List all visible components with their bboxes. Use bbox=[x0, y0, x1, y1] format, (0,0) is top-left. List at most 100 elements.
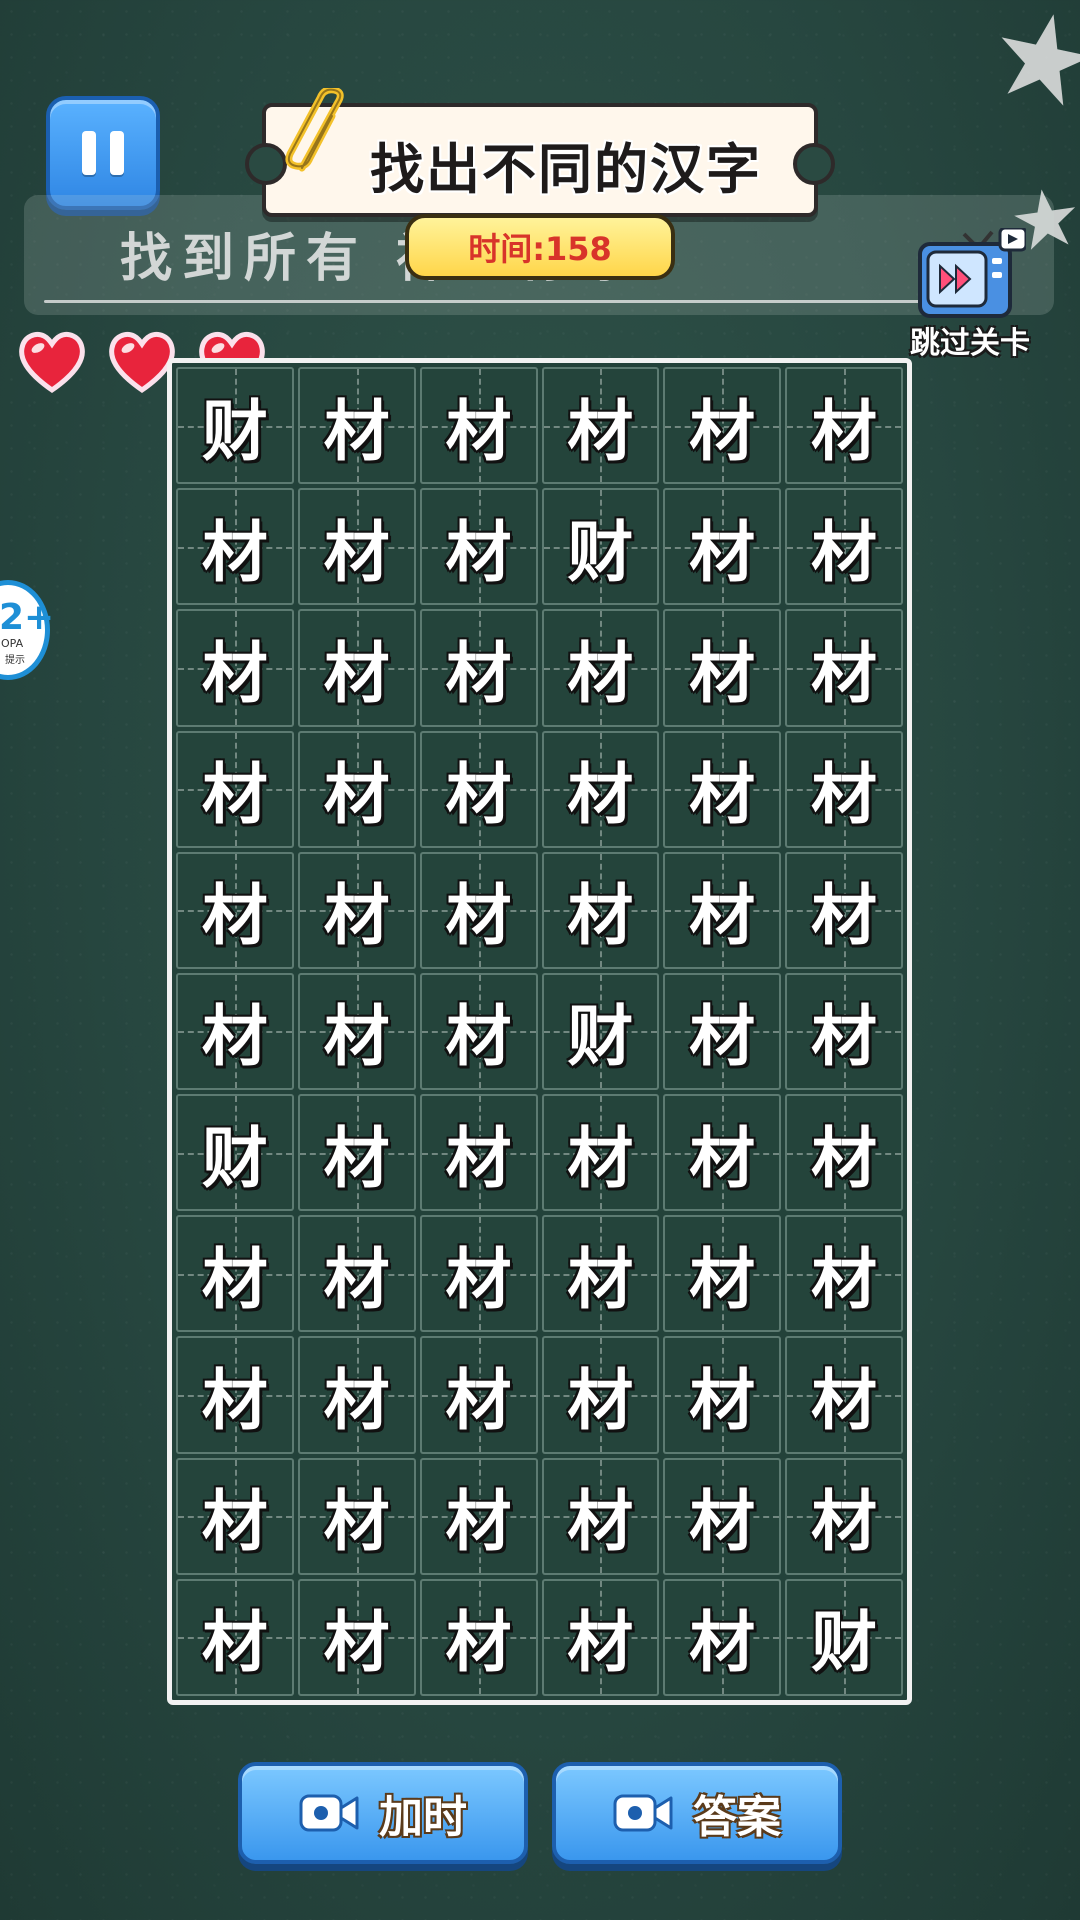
grid-cell[interactable]: 财 bbox=[176, 367, 294, 485]
answer-button[interactable]: 答案 bbox=[552, 1762, 842, 1864]
grid-cell[interactable]: 材 bbox=[297, 488, 416, 606]
grid-cell[interactable]: 材 bbox=[663, 1457, 782, 1575]
cell-character: 材 bbox=[689, 1240, 756, 1318]
grid-cell[interactable]: 材 bbox=[419, 1336, 538, 1454]
skip-level-label[interactable]: 跳过关卡 bbox=[890, 318, 1050, 362]
grid-cell[interactable]: 材 bbox=[541, 1336, 660, 1454]
cell-character: 材 bbox=[567, 1604, 634, 1682]
grid-cell[interactable]: 材 bbox=[663, 609, 782, 727]
grid-cell[interactable]: 材 bbox=[541, 1215, 660, 1333]
grid-cell[interactable]: 材 bbox=[541, 1578, 660, 1696]
grid-cell[interactable]: 材 bbox=[663, 1578, 782, 1696]
grid-cell[interactable]: 材 bbox=[785, 367, 903, 485]
age-rating-badge: 2+ OPA 提示 bbox=[0, 580, 54, 680]
pause-button[interactable] bbox=[46, 96, 160, 210]
cell-character: 材 bbox=[323, 998, 390, 1076]
grid-cell[interactable]: 材 bbox=[785, 609, 903, 727]
cell-character: 材 bbox=[811, 1483, 878, 1561]
cell-character: 材 bbox=[811, 998, 878, 1076]
grid-cell[interactable]: 材 bbox=[297, 730, 416, 848]
grid-cell[interactable]: 材 bbox=[176, 1457, 294, 1575]
grid-cell[interactable]: 材 bbox=[419, 1457, 538, 1575]
cell-character: 材 bbox=[689, 634, 756, 712]
grid-cell[interactable]: 材 bbox=[297, 1578, 416, 1696]
grid-cell[interactable]: 材 bbox=[297, 1336, 416, 1454]
grid-cell[interactable]: 材 bbox=[176, 1336, 294, 1454]
cell-character: 材 bbox=[567, 634, 634, 712]
cell-character: 财 bbox=[811, 1604, 878, 1682]
grid-cell[interactable]: 材 bbox=[541, 367, 660, 485]
cell-character: 材 bbox=[445, 1604, 512, 1682]
cell-character: 材 bbox=[567, 1119, 634, 1197]
grid-cell[interactable]: 财 bbox=[541, 972, 660, 1091]
grid-cell[interactable]: 材 bbox=[419, 1578, 538, 1696]
grid-cell[interactable]: 材 bbox=[663, 1215, 782, 1333]
grid-cell[interactable]: 材 bbox=[297, 972, 416, 1091]
grid-cell[interactable]: 财 bbox=[785, 1578, 903, 1696]
grid-cell[interactable]: 材 bbox=[785, 1336, 903, 1454]
grid-cell[interactable]: 材 bbox=[663, 488, 782, 606]
grid-cell[interactable]: 材 bbox=[297, 367, 416, 485]
cell-character: 材 bbox=[445, 877, 512, 955]
grid-cell[interactable]: 材 bbox=[176, 730, 294, 848]
grid-cell[interactable]: 材 bbox=[663, 730, 782, 848]
grid-cell[interactable]: 材 bbox=[663, 1336, 782, 1454]
grid-cell[interactable]: 材 bbox=[176, 851, 294, 969]
grid-cell[interactable]: 材 bbox=[541, 609, 660, 727]
grid-cell[interactable]: 材 bbox=[176, 1578, 294, 1696]
grid-cell[interactable]: 材 bbox=[297, 609, 416, 727]
grid-cell[interactable]: 财 bbox=[541, 488, 660, 606]
grid-cell[interactable]: 材 bbox=[785, 1215, 903, 1333]
grid-cell[interactable]: 材 bbox=[419, 730, 538, 848]
cell-character: 材 bbox=[323, 392, 390, 470]
cell-character: 材 bbox=[811, 392, 878, 470]
grid-cell[interactable]: 材 bbox=[541, 851, 660, 969]
grid-cell[interactable]: 材 bbox=[176, 1215, 294, 1333]
grid-cell[interactable]: 材 bbox=[419, 367, 538, 485]
grid-cell[interactable]: 材 bbox=[419, 851, 538, 969]
grid-cell[interactable]: 材 bbox=[663, 972, 782, 1091]
cell-character: 财 bbox=[567, 998, 634, 1076]
cell-character: 财 bbox=[567, 513, 634, 591]
cell-character: 材 bbox=[689, 513, 756, 591]
grid-cell[interactable]: 材 bbox=[785, 972, 903, 1091]
grid-cell[interactable]: 材 bbox=[297, 1457, 416, 1575]
character-grid: 财材材材材材材材材财材材材材材材材材材材材材材材材材材材材材材材材财材材财材材材… bbox=[176, 367, 903, 1696]
cell-character: 材 bbox=[689, 1604, 756, 1682]
grid-cell[interactable]: 材 bbox=[176, 488, 294, 606]
grid-cell[interactable]: 材 bbox=[785, 730, 903, 848]
grid-cell[interactable]: 材 bbox=[297, 1215, 416, 1333]
chalk-star-icon: ★ bbox=[976, 0, 1080, 139]
cell-character: 材 bbox=[445, 1362, 512, 1440]
grid-cell[interactable]: 材 bbox=[663, 367, 782, 485]
cell-character: 材 bbox=[445, 634, 512, 712]
grid-cell[interactable]: 材 bbox=[176, 972, 294, 1091]
cell-character: 材 bbox=[201, 1240, 268, 1318]
grid-cell[interactable]: 材 bbox=[297, 851, 416, 969]
grid-cell[interactable]: 财 bbox=[176, 1094, 294, 1212]
age-rating-line1: OPA bbox=[1, 637, 24, 650]
grid-cell[interactable]: 材 bbox=[419, 1215, 538, 1333]
grid-cell[interactable]: 材 bbox=[297, 1094, 416, 1212]
timer: 时间:158 bbox=[405, 214, 675, 280]
cell-character: 材 bbox=[811, 1119, 878, 1197]
grid-cell[interactable]: 材 bbox=[785, 1457, 903, 1575]
grid-cell[interactable]: 材 bbox=[419, 972, 538, 1091]
grid-cell[interactable]: 材 bbox=[419, 488, 538, 606]
grid-cell[interactable]: 材 bbox=[785, 488, 903, 606]
grid-cell[interactable]: 材 bbox=[785, 851, 903, 969]
grid-cell[interactable]: 材 bbox=[663, 851, 782, 969]
skip-level-button[interactable] bbox=[914, 228, 1026, 326]
paperclip-icon bbox=[285, 88, 344, 172]
grid-cell[interactable]: 材 bbox=[785, 1094, 903, 1212]
grid-cell[interactable]: 材 bbox=[541, 1094, 660, 1212]
grid-cell[interactable]: 材 bbox=[541, 1457, 660, 1575]
grid-cell[interactable]: 材 bbox=[419, 609, 538, 727]
grid-cell[interactable]: 材 bbox=[419, 1094, 538, 1212]
add-time-button[interactable]: 加时 bbox=[238, 1762, 528, 1864]
grid-cell[interactable]: 材 bbox=[176, 609, 294, 727]
pause-icon bbox=[110, 131, 124, 175]
cell-character: 材 bbox=[445, 756, 512, 834]
grid-cell[interactable]: 材 bbox=[663, 1094, 782, 1212]
grid-cell[interactable]: 材 bbox=[541, 730, 660, 848]
